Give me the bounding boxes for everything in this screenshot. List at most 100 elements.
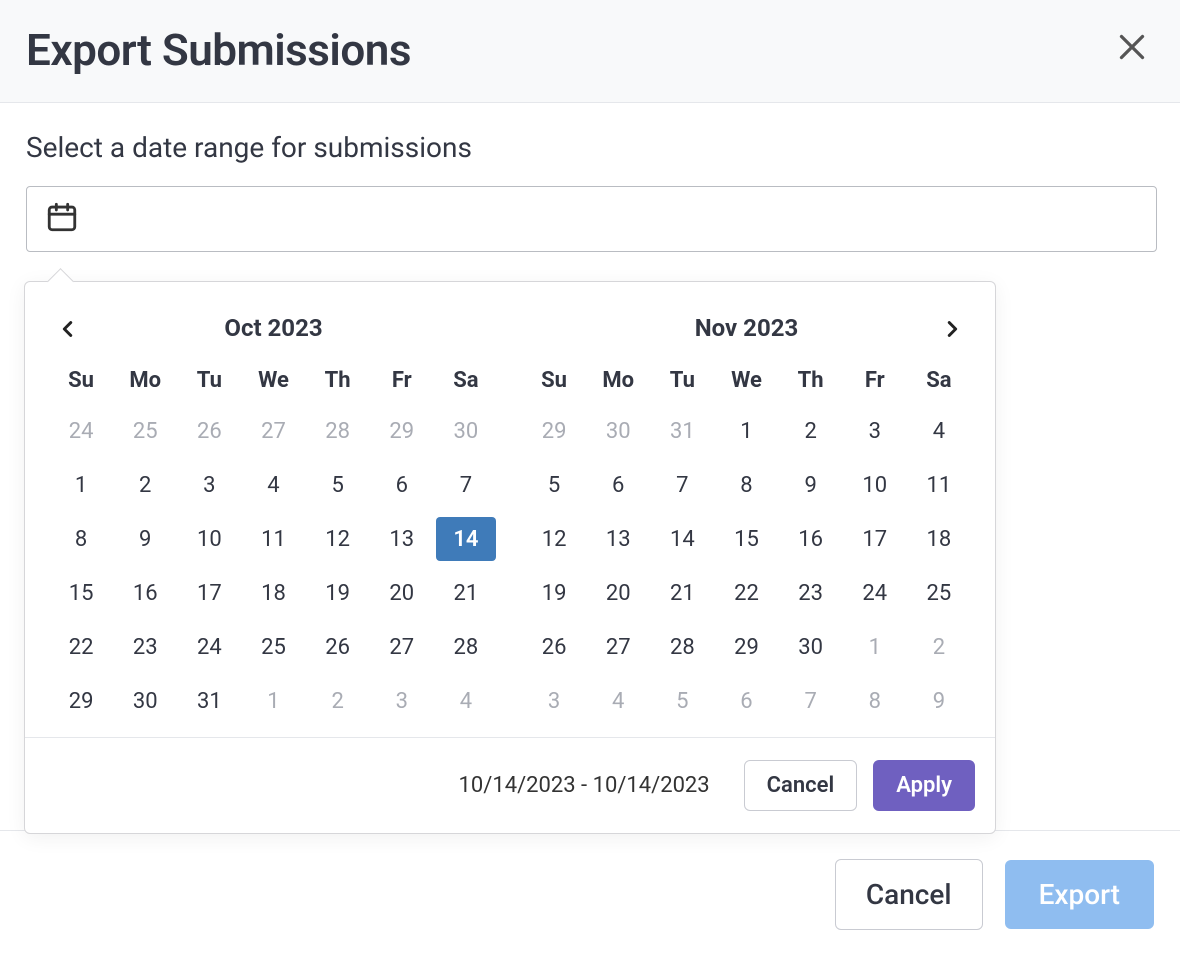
calendar-day[interactable]: 17	[179, 571, 239, 615]
calendar-day[interactable]: 30	[436, 409, 496, 453]
prev-month-button[interactable]	[51, 310, 85, 351]
calendar-day[interactable]: 7	[781, 679, 841, 723]
calendar-day[interactable]: 9	[909, 679, 969, 723]
calendar-day[interactable]: 10	[179, 517, 239, 561]
calendar-day[interactable]: 8	[51, 517, 111, 561]
day-of-week-header: Th	[779, 358, 843, 409]
calendar-day[interactable]: 23	[115, 625, 175, 669]
calendar-day[interactable]: 4	[436, 679, 496, 723]
calendar-day[interactable]: 4	[909, 409, 969, 453]
calendar-day[interactable]: 11	[243, 517, 303, 561]
calendar-day[interactable]: 27	[372, 625, 432, 669]
calendar-day[interactable]: 2	[909, 625, 969, 669]
calendar-day[interactable]: 1	[51, 463, 111, 507]
calendar-day[interactable]: 6	[716, 679, 776, 723]
calendar-day[interactable]: 28	[436, 625, 496, 669]
calendar-day[interactable]: 12	[524, 517, 584, 561]
calendar-day[interactable]: 7	[436, 463, 496, 507]
calendar-day[interactable]: 4	[243, 463, 303, 507]
calendar-day[interactable]: 14	[652, 517, 712, 561]
calendar-day[interactable]: 16	[115, 571, 175, 615]
calendar-day[interactable]: 9	[115, 517, 175, 561]
calendar-day[interactable]: 14	[436, 517, 496, 561]
calendar-day[interactable]: 21	[652, 571, 712, 615]
calendar-day[interactable]: 30	[781, 625, 841, 669]
calendar-day[interactable]: 22	[716, 571, 776, 615]
picker-cancel-button[interactable]: Cancel	[744, 760, 858, 811]
calendar-day[interactable]: 5	[652, 679, 712, 723]
calendar-day[interactable]: 20	[372, 571, 432, 615]
calendar-day[interactable]: 26	[308, 625, 368, 669]
calendar-day[interactable]: 13	[372, 517, 432, 561]
calendar-day[interactable]: 3	[372, 679, 432, 723]
modal-cancel-button[interactable]: Cancel	[835, 859, 983, 930]
calendar-day[interactable]: 3	[845, 409, 905, 453]
modal-footer: Cancel Export	[0, 830, 1180, 958]
calendar-day[interactable]: 31	[652, 409, 712, 453]
calendar-day[interactable]: 6	[588, 463, 648, 507]
picker-apply-button[interactable]: Apply	[873, 760, 975, 811]
calendar-day[interactable]: 2	[781, 409, 841, 453]
calendar-day[interactable]: 28	[652, 625, 712, 669]
date-range-input[interactable]	[26, 186, 1157, 252]
calendar-day[interactable]: 29	[716, 625, 776, 669]
calendar-day[interactable]: 2	[308, 679, 368, 723]
calendar-day[interactable]: 2	[115, 463, 175, 507]
calendar-day[interactable]: 30	[115, 679, 175, 723]
calendar-day[interactable]: 3	[179, 463, 239, 507]
calendar-day[interactable]: 5	[308, 463, 368, 507]
calendar-day[interactable]: 11	[909, 463, 969, 507]
calendar-day[interactable]: 27	[243, 409, 303, 453]
calendar-day[interactable]: 10	[845, 463, 905, 507]
instruction-text: Select a date range for submissions	[26, 131, 1154, 164]
calendar-day[interactable]: 26	[179, 409, 239, 453]
modal-export-button[interactable]: Export	[1005, 860, 1154, 929]
calendar-day[interactable]: 1	[716, 409, 776, 453]
calendar-day[interactable]: 15	[716, 517, 776, 561]
calendar-day[interactable]: 13	[588, 517, 648, 561]
picker-footer: 10/14/2023 - 10/14/2023 Cancel Apply	[25, 738, 995, 833]
calendar-day[interactable]: 1	[243, 679, 303, 723]
picker-range-display: 10/14/2023 - 10/14/2023	[459, 773, 710, 798]
calendar-day[interactable]: 29	[524, 409, 584, 453]
calendar-day[interactable]: 18	[909, 517, 969, 561]
month-left-title: Oct 2023	[49, 306, 498, 358]
calendar-day[interactable]: 5	[524, 463, 584, 507]
calendar-day[interactable]: 7	[652, 463, 712, 507]
calendar-day[interactable]: 22	[51, 625, 111, 669]
calendar-day[interactable]: 1	[845, 625, 905, 669]
next-month-button[interactable]	[935, 310, 969, 351]
calendar-day[interactable]: 12	[308, 517, 368, 561]
calendar-day[interactable]: 6	[372, 463, 432, 507]
calendar-day[interactable]: 27	[588, 625, 648, 669]
calendar-day[interactable]: 25	[115, 409, 175, 453]
calendar-day[interactable]: 24	[179, 625, 239, 669]
calendar-day[interactable]: 4	[588, 679, 648, 723]
calendar-icon	[45, 200, 79, 238]
calendar-day[interactable]: 3	[524, 679, 584, 723]
calendar-day[interactable]: 31	[179, 679, 239, 723]
close-icon[interactable]	[1110, 25, 1154, 76]
calendar-day[interactable]: 9	[781, 463, 841, 507]
calendar-day[interactable]: 29	[372, 409, 432, 453]
calendar-day[interactable]: 21	[436, 571, 496, 615]
calendar-day[interactable]: 19	[308, 571, 368, 615]
calendar-day[interactable]: 8	[845, 679, 905, 723]
calendar-day[interactable]: 19	[524, 571, 584, 615]
calendar-day[interactable]: 29	[51, 679, 111, 723]
calendar-day[interactable]: 30	[588, 409, 648, 453]
calendar-day[interactable]: 26	[524, 625, 584, 669]
day-of-week-header: Su	[522, 358, 586, 409]
calendar-day[interactable]: 15	[51, 571, 111, 615]
calendar-day[interactable]: 28	[308, 409, 368, 453]
calendar-day[interactable]: 17	[845, 517, 905, 561]
calendar-day[interactable]: 16	[781, 517, 841, 561]
calendar-day[interactable]: 8	[716, 463, 776, 507]
calendar-day[interactable]: 24	[51, 409, 111, 453]
calendar-day[interactable]: 20	[588, 571, 648, 615]
calendar-day[interactable]: 18	[243, 571, 303, 615]
calendar-day[interactable]: 25	[243, 625, 303, 669]
calendar-day[interactable]: 25	[909, 571, 969, 615]
calendar-day[interactable]: 23	[781, 571, 841, 615]
calendar-day[interactable]: 24	[845, 571, 905, 615]
